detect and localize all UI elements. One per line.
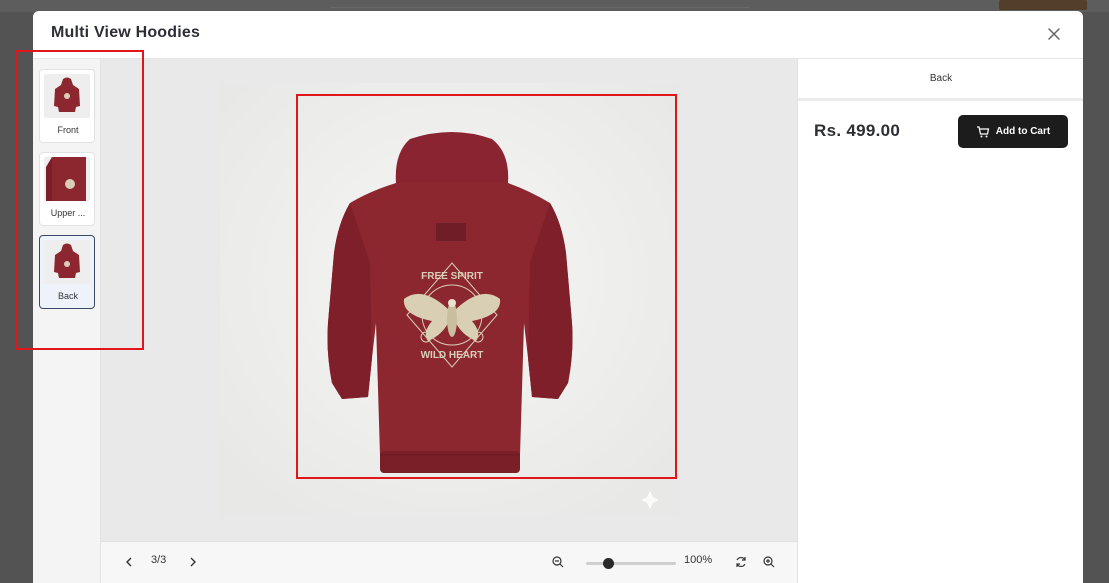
page-indicator: 3/3 [151, 554, 167, 566]
thumbnail-front-label: Front [57, 125, 79, 135]
product-side-panel: Back Rs. 499.00 Add to Cart [797, 59, 1083, 583]
add-to-cart-label: Add to Cart [995, 126, 1051, 137]
thumbnail-back-image [44, 240, 90, 284]
hoodie-back-image: FREE SPIRIT WILD HEART [220, 83, 678, 517]
add-to-cart-button[interactable]: Add to Cart [958, 115, 1068, 148]
next-button[interactable] [185, 554, 201, 570]
zoom-out-button[interactable] [550, 554, 566, 570]
thumbnail-rail: Front Upper ... Back [33, 59, 101, 583]
chevron-left-icon [126, 557, 132, 567]
modal-title: Multi View Hoodies [51, 24, 201, 41]
thumbnail-front-image [44, 74, 90, 118]
close-icon [1048, 28, 1060, 40]
view-name: Back [798, 59, 1083, 101]
modal-header: Multi View Hoodies [33, 11, 1083, 59]
cart-icon [976, 125, 989, 137]
prev-button[interactable] [121, 554, 137, 570]
refresh-icon [736, 556, 746, 568]
product-price: Rs. 499.00 [814, 121, 901, 140]
image-viewer[interactable]: FREE SPIRIT WILD HEART [101, 59, 797, 541]
zoom-slider[interactable] [586, 558, 676, 569]
zoom-in-button[interactable] [761, 554, 777, 570]
viewer-toolbar: 3/3 100% [101, 541, 797, 583]
thumbnail-upper[interactable]: Upper ... [39, 152, 95, 226]
print-text-top: FREE SPIRIT [421, 271, 483, 282]
thumbnail-front[interactable]: Front [39, 69, 95, 143]
thumbnail-upper-image [44, 157, 90, 201]
print-text-bottom: WILD HEART [421, 350, 484, 361]
zoom-slider-handle[interactable] [603, 558, 615, 569]
chevron-right-icon [190, 557, 196, 567]
thumbnail-back-label: Back [57, 291, 78, 301]
reset-button[interactable] [733, 554, 749, 570]
thumbnail-upper-label: Upper ... [50, 208, 86, 218]
zoom-in-icon [763, 556, 775, 568]
zoom-level: 100% [684, 554, 713, 566]
multi-view-modal: Multi View Hoodies Front Upper ... Back … [33, 11, 1083, 583]
zoom-out-icon [552, 556, 564, 568]
thumbnail-back[interactable]: Back [39, 235, 95, 309]
product-photo[interactable]: FREE SPIRIT WILD HEART [220, 83, 678, 517]
close-button[interactable] [1045, 25, 1063, 43]
